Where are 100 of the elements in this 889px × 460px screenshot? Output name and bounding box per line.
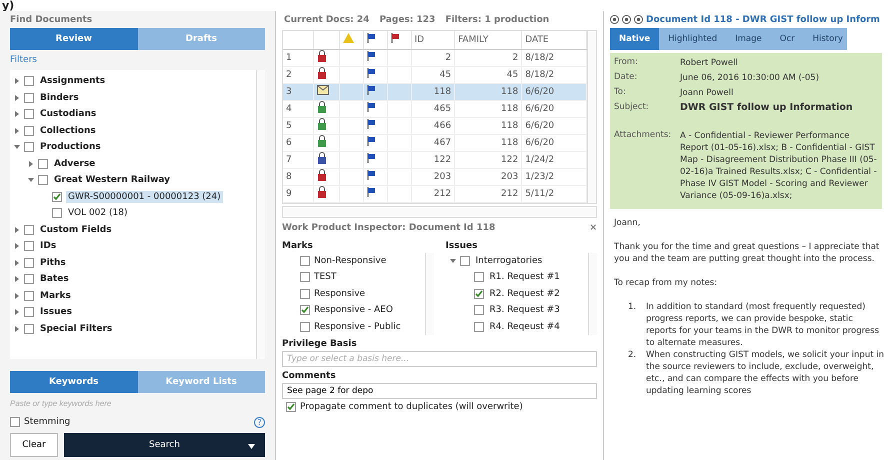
clear-button[interactable]: Clear: [10, 433, 58, 457]
stemming-label: Stemming: [24, 417, 70, 427]
caret-right-icon[interactable]: [14, 309, 20, 316]
checkbox[interactable]: [474, 272, 484, 282]
tree-item[interactable]: GWR-S00000001 - 00000123 (24): [66, 190, 223, 203]
tree-item[interactable]: R4. Reqeust #4: [488, 320, 562, 333]
warning-icon: [342, 33, 354, 44]
column-header[interactable]: ID: [411, 31, 455, 49]
column-header[interactable]: FAMILY: [454, 31, 522, 49]
checkbox[interactable]: [460, 256, 470, 266]
tree-item[interactable]: Binders: [38, 92, 81, 104]
tree-item[interactable]: Special Filters: [38, 322, 114, 335]
caret-right-icon[interactable]: [14, 94, 20, 101]
checkbox[interactable]: [38, 158, 48, 169]
search-button[interactable]: Search: [64, 433, 265, 457]
caret-right-icon[interactable]: [14, 326, 20, 332]
checkbox[interactable]: [300, 272, 310, 282]
checkbox[interactable]: [24, 109, 34, 120]
comment-field[interactable]: See page 2 for depo: [282, 383, 597, 399]
privilege-field[interactable]: Type or select a basis here...: [282, 351, 597, 367]
tab[interactable]: Highlighted: [659, 28, 726, 50]
checkbox[interactable]: [24, 76, 34, 86]
checkbox[interactable]: [24, 224, 34, 235]
checkbox[interactable]: [24, 274, 34, 284]
checkbox[interactable]: [52, 192, 62, 202]
table-cell: 45: [454, 66, 522, 83]
checkbox[interactable]: [300, 322, 310, 332]
checkbox[interactable]: [24, 307, 34, 318]
lock-icon: [316, 152, 326, 164]
caret-right-icon[interactable]: [14, 260, 20, 266]
tree-item[interactable]: Bates: [38, 273, 71, 286]
caret-right-icon[interactable]: [14, 276, 20, 282]
tree-item[interactable]: R3. Request #3: [488, 304, 562, 316]
checkbox[interactable]: [24, 290, 34, 301]
tree-item[interactable]: VOL 002 (18): [66, 207, 130, 220]
tree-item[interactable]: Piths: [38, 256, 68, 269]
scrollbar[interactable]: [282, 206, 597, 218]
checkbox[interactable]: [474, 288, 484, 299]
row-number: 8: [283, 168, 313, 185]
checkbox[interactable]: [474, 305, 484, 316]
checkbox[interactable]: [24, 258, 34, 268]
tree-item[interactable]: Issues: [38, 306, 74, 318]
tab[interactable]: Review: [10, 28, 138, 50]
tree-item[interactable]: Assignments: [38, 75, 108, 88]
table-cell: 6/6/20: [522, 134, 586, 151]
tree-item[interactable]: Custodians: [38, 108, 98, 120]
column-header[interactable]: DATE: [522, 31, 586, 49]
tree-item[interactable]: IDs: [38, 240, 58, 252]
caret-right-icon[interactable]: [14, 111, 20, 118]
help-icon[interactable]: ?: [254, 416, 265, 428]
tab[interactable]: Ocr: [770, 28, 804, 50]
scrollbar[interactable]: [424, 252, 434, 335]
checkbox[interactable]: [10, 417, 20, 427]
lock-icon: [316, 50, 326, 62]
page-fragment: y): [1, 0, 14, 11]
caret-down-icon[interactable]: [248, 444, 255, 449]
checkbox[interactable]: [474, 322, 484, 332]
tree-item[interactable]: Productions: [38, 141, 103, 154]
keywords-field[interactable]: Paste or type keywords here: [10, 393, 265, 414]
checkbox[interactable]: [24, 324, 34, 334]
scrollbar[interactable]: [588, 252, 597, 335]
caret-right-icon[interactable]: [14, 78, 20, 84]
row-number: 9: [283, 185, 313, 202]
checkbox[interactable]: [24, 126, 34, 136]
tab[interactable]: Native: [610, 28, 660, 50]
tree-item[interactable]: R1. Request #1: [488, 271, 562, 284]
caret-right-icon[interactable]: [14, 128, 20, 134]
body-text: Joann,: [614, 217, 642, 229]
checkbox[interactable]: [300, 288, 310, 299]
tree-item[interactable]: R2. Request #2: [488, 288, 562, 300]
filters-label[interactable]: Filters: [10, 55, 37, 65]
tree-item[interactable]: Interrogatories: [474, 254, 544, 267]
tree-item[interactable]: Great Western Railway: [52, 174, 172, 186]
checkbox[interactable]: [300, 305, 310, 316]
checkbox[interactable]: [38, 175, 48, 186]
tree-item[interactable]: Custom Fields: [38, 224, 114, 236]
caret-right-icon[interactable]: [14, 292, 20, 299]
list-number: 1.: [628, 301, 638, 314]
checkbox[interactable]: [24, 92, 34, 103]
scrollbar[interactable]: [587, 31, 596, 202]
tab[interactable]: Keywords: [10, 371, 138, 393]
envelope-icon: [316, 85, 328, 95]
checkbox[interactable]: [286, 402, 296, 412]
tree-item[interactable]: Adverse: [52, 158, 98, 170]
caret-right-icon[interactable]: [28, 160, 34, 167]
scrollbar[interactable]: [256, 70, 265, 359]
caret-right-icon[interactable]: [14, 243, 20, 250]
checkbox[interactable]: [300, 256, 310, 266]
tree-item[interactable]: Collections: [38, 124, 98, 137]
header-label: Subject:: [614, 102, 650, 114]
close-icon[interactable]: ×: [589, 223, 597, 233]
tree-item[interactable]: Marks: [38, 290, 73, 302]
tab[interactable]: Image: [726, 28, 771, 50]
checkbox[interactable]: [24, 142, 34, 152]
header-value: Joann Powell: [680, 87, 734, 99]
section-label: Privilege Basis: [282, 338, 358, 351]
tab[interactable]: History: [804, 28, 852, 50]
checkbox[interactable]: [24, 241, 34, 252]
caret-right-icon[interactable]: [14, 226, 20, 233]
checkbox[interactable]: [52, 208, 62, 218]
